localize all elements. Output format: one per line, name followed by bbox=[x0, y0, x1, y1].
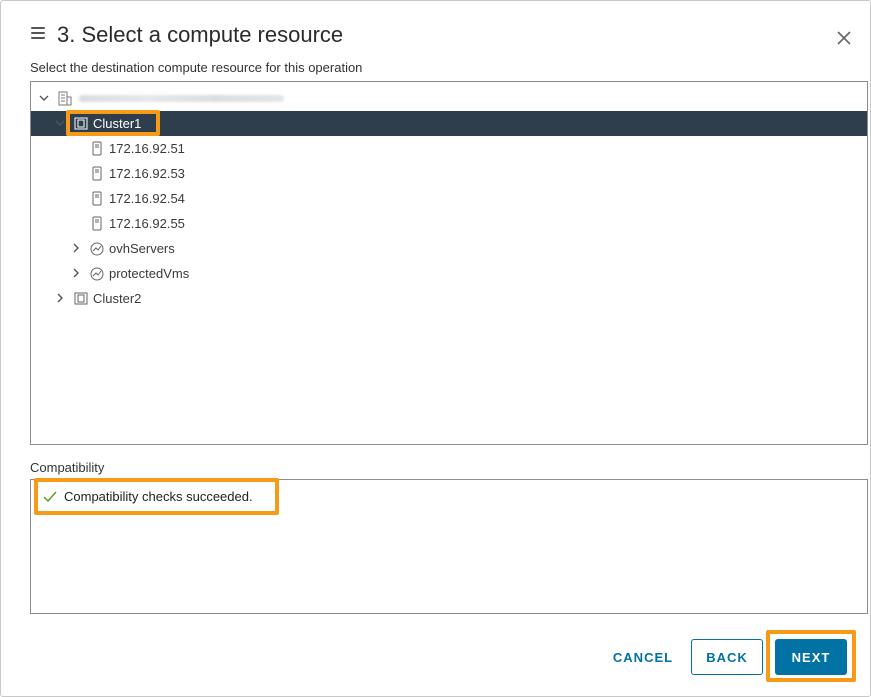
tree-row-resource-pool[interactable]: ovhServers bbox=[31, 236, 867, 261]
compatibility-message-text: Compatibility checks succeeded. bbox=[64, 489, 253, 504]
tree-row-cluster2[interactable]: Cluster2 bbox=[31, 286, 867, 311]
tree-row-label: protectedVms bbox=[109, 266, 190, 281]
chevron-right-icon[interactable] bbox=[71, 243, 81, 253]
redacted-datacenter-name bbox=[79, 95, 284, 102]
cancel-button[interactable]: CANCEL bbox=[605, 639, 681, 675]
dialog: 3. Select a compute resource Select the … bbox=[0, 0, 871, 697]
chevron-down-icon[interactable] bbox=[39, 93, 49, 103]
chevron-right-icon[interactable] bbox=[55, 293, 65, 303]
cluster-icon bbox=[74, 292, 88, 305]
close-icon[interactable] bbox=[835, 29, 853, 47]
tree-row-label: 172.16.92.53 bbox=[109, 166, 185, 181]
chevron-right-icon[interactable] bbox=[71, 268, 81, 278]
tree-row-cluster1[interactable]: Cluster1 bbox=[31, 111, 867, 136]
compatibility-message: Compatibility checks succeeded. bbox=[39, 485, 259, 509]
host-icon bbox=[92, 191, 102, 206]
tree-row-host[interactable]: 172.16.92.54 bbox=[31, 186, 867, 211]
tree-row-label: Cluster1 bbox=[93, 116, 142, 131]
chevron-down-icon[interactable] bbox=[55, 118, 65, 128]
tree-row-label: 172.16.92.54 bbox=[109, 191, 185, 206]
next-button[interactable]: NEXT bbox=[775, 639, 847, 675]
check-icon bbox=[43, 491, 57, 503]
compatibility-label: Compatibility bbox=[30, 460, 105, 475]
back-button[interactable]: BACK bbox=[691, 639, 763, 675]
tree-row-label: ovhServers bbox=[109, 241, 175, 256]
dialog-title: 3. Select a compute resource bbox=[57, 22, 344, 47]
host-icon bbox=[92, 166, 102, 181]
tree-row-host[interactable]: 172.16.92.55 bbox=[31, 211, 867, 236]
tree-row-host[interactable]: 172.16.92.51 bbox=[31, 136, 867, 161]
datacenter-icon bbox=[58, 91, 72, 106]
host-icon bbox=[92, 141, 102, 156]
tree-row-label: 172.16.92.51 bbox=[109, 141, 185, 156]
tree-row-host[interactable]: 172.16.92.53 bbox=[31, 161, 867, 186]
tree-row-datacenter[interactable] bbox=[31, 86, 867, 111]
cluster-icon bbox=[74, 117, 88, 130]
menu-icon[interactable] bbox=[31, 27, 45, 41]
dialog-subtitle: Select the destination compute resource … bbox=[30, 60, 363, 75]
host-icon bbox=[92, 216, 102, 231]
resource-pool-icon bbox=[90, 267, 104, 281]
compute-resource-tree: Cluster1 172.16.92.51 172.16.92.53 172.1… bbox=[30, 81, 868, 445]
resource-pool-icon bbox=[90, 242, 104, 256]
tree-row-label: 172.16.92.55 bbox=[109, 216, 185, 231]
tree-row-resource-pool[interactable]: protectedVms bbox=[31, 261, 867, 286]
tree-row-label: Cluster2 bbox=[93, 291, 142, 306]
